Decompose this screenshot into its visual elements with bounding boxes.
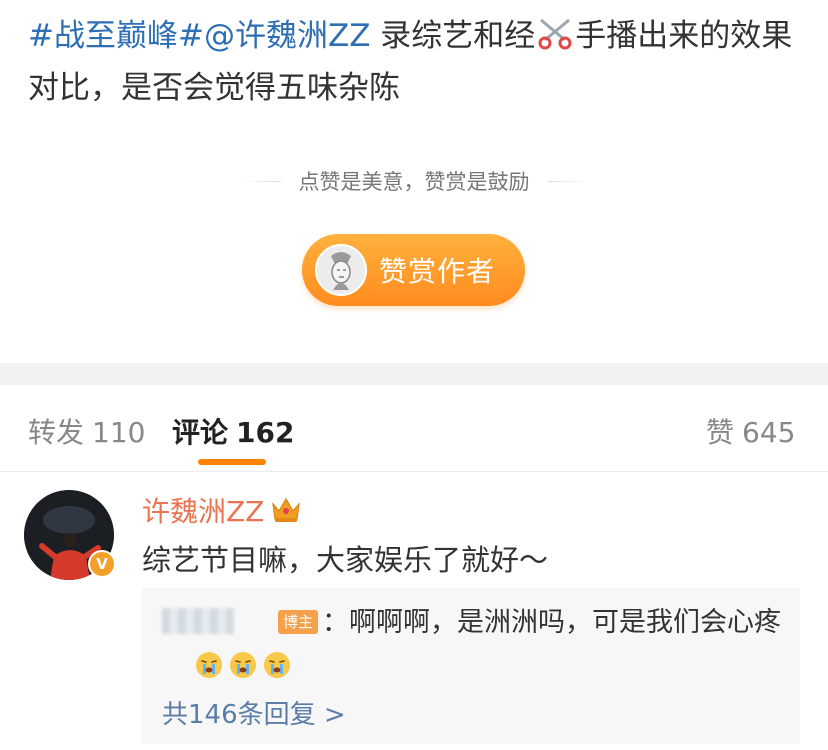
reply-text: ：啊啊啊，是洲洲吗，可是我们会心疼 — [322, 607, 781, 638]
view-replies-link[interactable]: 共146条回复 > — [162, 694, 346, 731]
avatar-sketch-icon — [317, 246, 365, 294]
active-tab-indicator — [198, 459, 266, 465]
section-divider-band — [0, 363, 828, 385]
reward-hint: 点赞是美意，赞赏是鼓励 — [0, 163, 828, 199]
tab-repost[interactable]: 转发 110 — [28, 411, 145, 451]
crown-icon — [272, 497, 300, 522]
reward-hint-text: 点赞是美意，赞赏是鼓励 — [298, 170, 530, 194]
tab-comments-count: 162 — [236, 416, 295, 449]
post-text-part1: 录综艺和经 — [370, 18, 536, 54]
verified-badge-icon: V — [88, 550, 116, 578]
post-hashtag[interactable]: #战至巅峰# — [28, 18, 204, 54]
tab-comments-label: 评论 — [172, 416, 229, 449]
reward-author-button[interactable]: 赞赏作者 — [302, 234, 525, 306]
reply-emojis — [194, 650, 292, 680]
post-body: #战至巅峰#@许魏洲ZZ 录综艺和经 手播出来的效果对比，是否会觉得五味杂陈 — [28, 10, 808, 114]
reward-button-label: 赞赏作者 — [379, 255, 496, 288]
interaction-tabs: 转发 110 评论 162 赞 645 — [0, 385, 828, 471]
divider-line-right — [547, 180, 588, 182]
scissors-icon — [538, 18, 572, 50]
divider-line-left — [240, 180, 281, 182]
tab-likes[interactable]: 赞 645 — [706, 411, 795, 451]
tab-repost-label: 转发 — [28, 416, 85, 449]
post-mention[interactable]: @许魏洲ZZ — [204, 18, 370, 54]
comment-author-name[interactable]: 许魏洲ZZ — [142, 490, 264, 530]
reply-box[interactable]: 博主 ：啊啊啊，是洲洲吗，可是我们会心疼 共146条回复 > — [142, 588, 800, 744]
crying-emoji-icon — [264, 652, 290, 678]
tab-repost-count: 110 — [92, 416, 146, 449]
crying-emoji-icon — [230, 652, 256, 678]
comment-text: 综艺节目嘛，大家娱乐了就好～ — [142, 543, 549, 577]
tab-likes-label: 赞 — [706, 416, 735, 449]
author-avatar-small — [315, 244, 367, 296]
tabs-divider — [0, 471, 828, 472]
crying-emoji-icon — [196, 652, 222, 678]
tab-likes-count: 645 — [742, 416, 796, 449]
tab-comments[interactable]: 评论 162 — [172, 411, 294, 451]
